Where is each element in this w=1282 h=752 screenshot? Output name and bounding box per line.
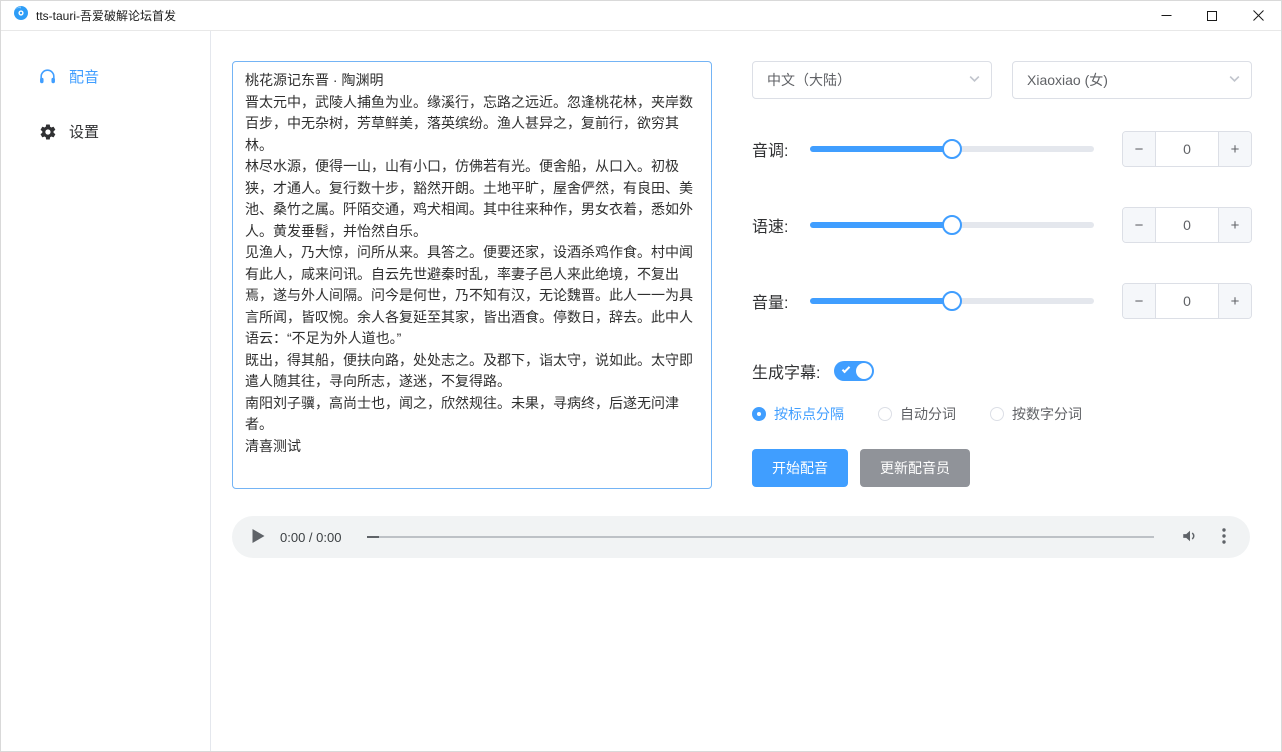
increase-button[interactable]: + (1218, 208, 1251, 242)
pitch-row: 音调: − 0 + (752, 131, 1252, 167)
sidebar-item-label: 设置 (69, 121, 99, 142)
pitch-label: 音调: (752, 137, 810, 161)
volume-button[interactable] (1180, 527, 1200, 547)
switch-knob (856, 363, 872, 379)
maximize-button[interactable] (1189, 1, 1235, 30)
seek-bar[interactable] (367, 536, 1154, 538)
voice-select[interactable]: Xiaoxiao (女) (1012, 61, 1252, 99)
volume-slider[interactable] (810, 298, 1094, 304)
radio-icon (878, 407, 892, 421)
radio-label: 按数字分词 (1012, 404, 1082, 424)
voice-controls-panel: 中文（大陆） Xiaoxiao (女) (752, 61, 1252, 489)
volume-label: 音量: (752, 289, 810, 313)
radio-icon (990, 407, 1004, 421)
volume-icon (1181, 527, 1199, 548)
speed-stepper: − 0 + (1122, 207, 1252, 243)
chevron-down-icon (1228, 72, 1241, 88)
decrease-button[interactable]: − (1123, 132, 1156, 166)
radio-icon (752, 407, 766, 421)
subtitle-toggle-row: 生成字幕: (752, 359, 1252, 383)
sidebar-item-settings[interactable]: 设置 (1, 112, 210, 151)
speed-row: 语速: − 0 + (752, 207, 1252, 243)
titlebar-left: tts-tauri-吾爱破解论坛首发 (1, 5, 176, 26)
increase-button[interactable]: + (1218, 284, 1251, 318)
pitch-slider[interactable] (810, 146, 1094, 152)
pitch-stepper: − 0 + (1122, 131, 1252, 167)
radio-number-segment[interactable]: 按数字分词 (990, 404, 1082, 424)
speed-label: 语速: (752, 213, 810, 237)
language-select-value: 中文（大陆） (767, 70, 851, 90)
update-voices-button[interactable]: 更新配音员 (860, 449, 970, 487)
radio-label: 按标点分隔 (774, 404, 844, 424)
start-dubbing-button[interactable]: 开始配音 (752, 449, 848, 487)
app-title: tts-tauri-吾爱破解论坛首发 (36, 7, 176, 24)
sidebar-item-dubbing[interactable]: 配音 (1, 57, 210, 96)
radio-label: 自动分词 (900, 404, 956, 424)
gear-icon (38, 122, 57, 141)
app-body: 配音 设置 桃花源记东晋 · 陶渊明 晋太元中，武陵人捕鱼为业。缘溪行，忘路之远… (1, 31, 1281, 751)
subtitle-toggle-switch[interactable] (834, 361, 874, 381)
decrease-button[interactable]: − (1123, 208, 1156, 242)
chevron-down-icon (968, 72, 981, 88)
action-buttons: 开始配音 更新配音员 (752, 449, 1252, 487)
app-window: tts-tauri-吾爱破解论坛首发 (0, 0, 1282, 752)
seek-thumb[interactable] (367, 536, 379, 538)
tts-text-input[interactable]: 桃花源记东晋 · 陶渊明 晋太元中，武陵人捕鱼为业。缘溪行，忘路之远近。忽逢桃花… (232, 61, 712, 489)
minimize-icon (1161, 10, 1172, 21)
speed-slider[interactable] (810, 222, 1094, 228)
close-button[interactable] (1235, 1, 1281, 30)
sidebar: 配音 设置 (1, 31, 211, 751)
radio-punctuation-split[interactable]: 按标点分隔 (752, 404, 844, 424)
play-button[interactable] (250, 529, 266, 545)
sidebar-item-label: 配音 (69, 66, 99, 87)
time-display: 0:00 / 0:00 (280, 530, 341, 545)
slider-fill (810, 222, 952, 228)
segmentation-options: 按标点分隔 自动分词 按数字分词 (752, 404, 1252, 424)
play-icon (252, 529, 265, 546)
language-select[interactable]: 中文（大陆） (752, 61, 992, 99)
audio-player: 0:00 / 0:00 (232, 516, 1250, 558)
speed-slider-handle[interactable] (942, 215, 962, 235)
pitch-value[interactable]: 0 (1156, 132, 1218, 166)
decrease-button[interactable]: − (1123, 284, 1156, 318)
main-content: 桃花源记东晋 · 陶渊明 晋太元中，武陵人捕鱼为业。缘溪行，忘路之远近。忽逢桃花… (211, 31, 1281, 751)
slider-fill (810, 298, 952, 304)
voice-select-value: Xiaoxiao (女) (1027, 70, 1108, 90)
pitch-slider-handle[interactable] (942, 139, 962, 159)
slider-fill (810, 146, 952, 152)
volume-value[interactable]: 0 (1156, 284, 1218, 318)
app-logo-icon (13, 5, 29, 26)
radio-auto-segment[interactable]: 自动分词 (878, 404, 956, 424)
increase-button[interactable]: + (1218, 132, 1251, 166)
minimize-button[interactable] (1143, 1, 1189, 30)
close-icon (1253, 10, 1264, 21)
speed-value[interactable]: 0 (1156, 208, 1218, 242)
maximize-icon (1207, 11, 1217, 21)
more-options-icon (1222, 528, 1226, 547)
check-icon (842, 365, 850, 373)
subtitle-toggle-label: 生成字幕: (752, 359, 820, 383)
volume-stepper: − 0 + (1122, 283, 1252, 319)
volume-slider-handle[interactable] (942, 291, 962, 311)
more-options-button[interactable] (1214, 527, 1234, 547)
titlebar: tts-tauri-吾爱破解论坛首发 (1, 1, 1281, 31)
volume-row: 音量: − 0 + (752, 283, 1252, 319)
window-controls (1143, 1, 1281, 30)
headphones-icon (38, 67, 57, 86)
